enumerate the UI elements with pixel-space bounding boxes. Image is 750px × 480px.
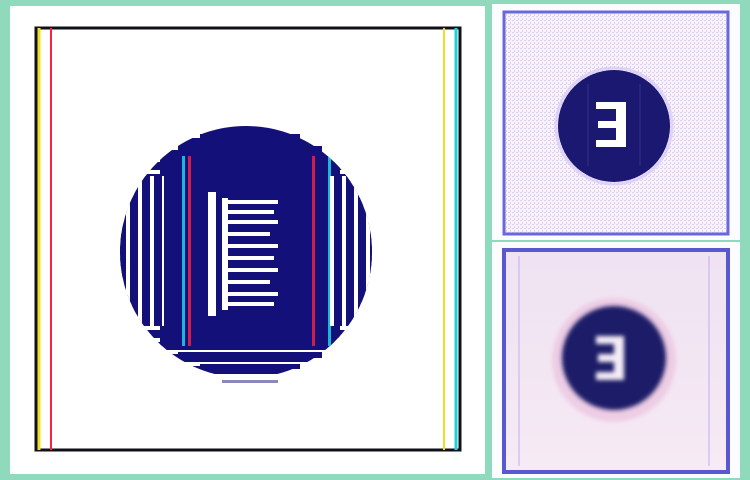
bottom-right-panel <box>492 242 740 478</box>
main-panel <box>10 6 485 474</box>
figure-stage <box>0 0 750 480</box>
noisy-circle-letter-e-icon <box>502 10 730 236</box>
blurred-circle-letter-e-icon <box>502 248 730 474</box>
bottom-letter-e <box>596 336 624 380</box>
top-letter-e <box>596 102 626 147</box>
top-right-panel <box>492 4 740 240</box>
halftone-disc <box>120 126 372 378</box>
halftone-circle-letter-e-icon <box>34 26 462 452</box>
